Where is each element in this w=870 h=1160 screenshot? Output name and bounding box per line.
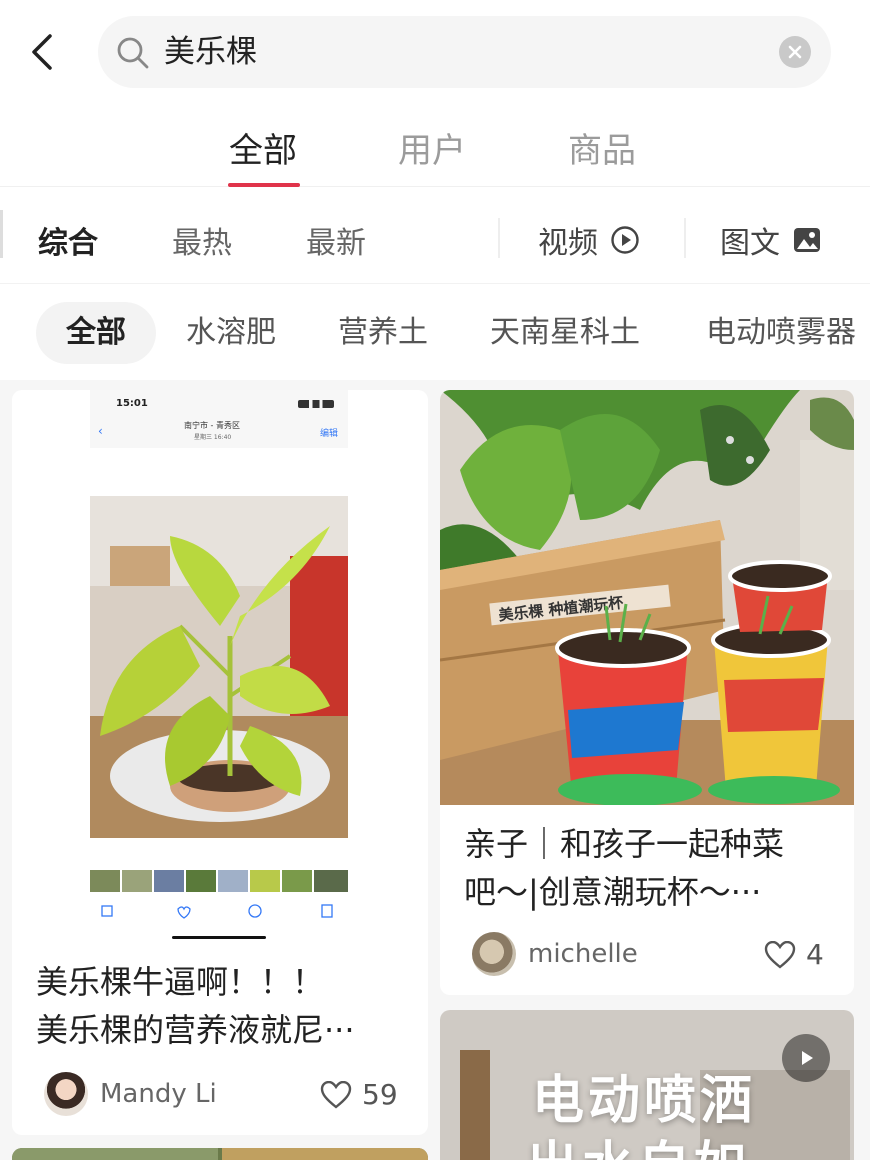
filter-video[interactable]: 视频 (538, 218, 640, 262)
scroll-edge-indicator (0, 210, 3, 258)
tab-products[interactable]: 商品 (568, 123, 636, 172)
clear-icon (788, 45, 802, 59)
play-circle-icon (611, 226, 639, 254)
screenshot-edit: 编辑 (319, 429, 338, 439)
sort-bar: 综合 最热 最新 视频 图文 (0, 188, 870, 284)
search-input[interactable] (164, 30, 764, 74)
like-count: 59 (362, 1078, 398, 1111)
play-icon (802, 1051, 813, 1065)
heart-icon (764, 940, 796, 969)
back-button[interactable] (22, 28, 62, 76)
like-button[interactable]: 59 (320, 1078, 398, 1111)
result-feed: 15:01 ‹ 南宁市 - 青秀区 星期三 16:40 编辑 美乐棵牛逼啊！！！… (0, 380, 870, 1160)
video-overlay-text: 出水自如 (526, 1124, 750, 1160)
screenshot-toolbar (101, 904, 333, 939)
heart-icon (320, 1080, 352, 1109)
avatar (472, 932, 516, 976)
sort-newest[interactable]: 最新 (306, 218, 366, 262)
chip-nutrient-soil[interactable]: 营养土 (338, 302, 428, 364)
divider (498, 218, 500, 258)
search-box[interactable] (98, 16, 831, 88)
chip-araceae-soil[interactable]: 天南星科土 (490, 302, 640, 364)
result-type-tabs: 全部 用户 商品 (0, 105, 870, 187)
screenshot-status-bar: 15:01 ‹ 南宁市 - 青秀区 星期三 16:40 编辑 (90, 390, 348, 448)
author-name: michelle (528, 939, 638, 969)
tab-users[interactable]: 用户 (398, 123, 466, 172)
chip-water-soluble-fertilizer[interactable]: 水溶肥 (186, 302, 276, 364)
note-card[interactable]: 15:01 ‹ 南宁市 - 青秀区 星期三 16:40 编辑 美乐棵牛逼啊！！！… (12, 390, 428, 1135)
filter-image-text[interactable]: 图文 (720, 218, 822, 262)
note-title-line: 吧～|创意潮玩杯～··· (464, 873, 762, 911)
chip-electric-sprayer[interactable]: 电动喷雾器 (706, 302, 856, 364)
avatar (44, 1072, 88, 1116)
screenshot-location: 南宁市 - 青秀区 (184, 421, 240, 430)
screenshot-status-icons (298, 400, 334, 408)
sort-comprehensive[interactable]: 综合 (38, 218, 98, 262)
note-title-line: 亲子｜和孩子一起种菜 (464, 825, 785, 863)
chip-all[interactable]: 全部 (36, 302, 156, 364)
sort-hottest[interactable]: 最热 (172, 218, 232, 262)
filter-video-label: 视频 (538, 226, 598, 261)
tab-all[interactable]: 全部 (229, 123, 297, 172)
clear-search-button[interactable] (779, 36, 811, 68)
back-chevron-icon (32, 34, 52, 70)
active-tab-indicator (228, 183, 300, 187)
note-cover-image (12, 1148, 428, 1160)
screenshot-time: 15:01 (116, 398, 148, 409)
note-cover-image: 15:01 ‹ 南宁市 - 青秀区 星期三 16:40 编辑 (90, 390, 348, 942)
note-title-line: 美乐棵牛逼啊！！！ (36, 963, 325, 1001)
image-icon (794, 228, 820, 252)
note-card[interactable]: 美乐棵 种植潮玩杯 亲子｜和孩子一起种菜 吧～|创意潮玩杯～··· michel… (440, 390, 854, 995)
plant-photo (90, 496, 348, 838)
divider (684, 218, 686, 258)
screenshot-thumbnail-strip (90, 868, 348, 894)
video-overlay-text: 电动喷洒 (532, 1071, 757, 1131)
like-count: 4 (806, 938, 824, 971)
author-name: Mandy Li (100, 1079, 217, 1109)
top-search-bar (0, 0, 870, 100)
search-icon (117, 37, 149, 69)
note-title-line: 美乐棵的营养液就尼··· (36, 1011, 355, 1049)
screenshot-date: 星期三 16:40 (194, 434, 232, 441)
note-cover-image: 美乐棵 种植潮玩杯 (440, 390, 854, 805)
play-indicator (782, 1034, 830, 1082)
note-card[interactable] (12, 1148, 428, 1160)
note-card[interactable]: 电动喷洒 出水自如 (440, 1010, 854, 1160)
like-button[interactable]: 4 (764, 938, 824, 971)
filter-image-text-label: 图文 (720, 226, 780, 261)
keyword-chips: 全部 水溶肥 营养土 天南星科土 电动喷雾器 (0, 290, 870, 380)
screenshot-back-icon: ‹ (98, 424, 103, 438)
